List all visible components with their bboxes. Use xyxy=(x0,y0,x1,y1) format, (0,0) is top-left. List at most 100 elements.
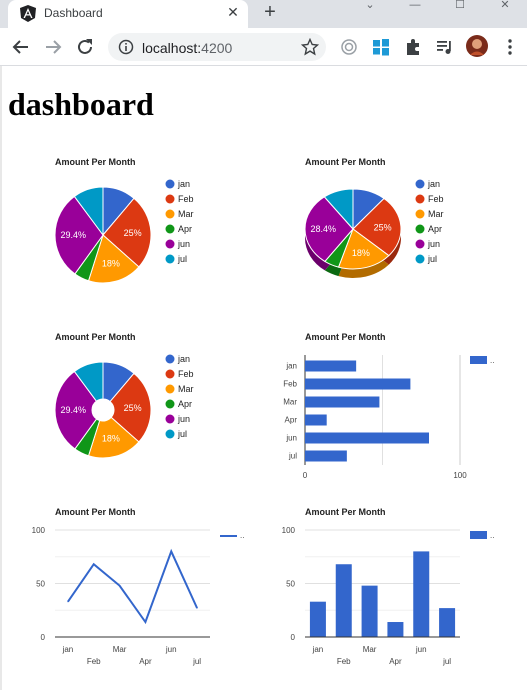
star-icon[interactable] xyxy=(301,38,319,56)
chart-svg: Amount Per Month 25% 18% 29.4% jan Feb Mar Apr j… xyxy=(54,157,194,284)
line-point-jul xyxy=(196,607,198,609)
legend-marker-apr xyxy=(415,224,425,234)
legend-marker-jan xyxy=(165,354,175,364)
bar-apr xyxy=(305,414,327,426)
legend-label-jan: jan xyxy=(427,179,440,189)
legend-label-jun: jun xyxy=(177,414,190,424)
y-tick-label: 50 xyxy=(286,580,295,589)
legend-ellipsis: .. xyxy=(490,531,494,540)
maximize-button[interactable]: ☐ xyxy=(445,0,475,14)
chart-svg: Amount Per Month 25% 18% 29.4% jan Feb Mar Apr j… xyxy=(54,332,194,459)
media-queue-icon[interactable] xyxy=(435,37,455,57)
chart-svg: Amount Per Month 0 50 100 jan Feb Mar Apr jun jul… xyxy=(32,507,245,666)
y-tick-label: 100 xyxy=(32,526,46,535)
legend-marker-feb xyxy=(165,369,175,379)
bar-jun xyxy=(413,551,430,637)
line-point-jan xyxy=(67,601,69,603)
y-tick-label: jul xyxy=(288,452,297,461)
back-arrow-icon[interactable] xyxy=(10,36,32,58)
slice-label-mar: 18% xyxy=(352,248,370,258)
y-tick-label: Feb xyxy=(283,380,297,389)
bar-mar xyxy=(361,585,378,637)
slice-label-jun: 29.4% xyxy=(60,405,86,415)
chart-title: Amount Per Month xyxy=(305,507,386,517)
horizontal-bar-chart: Amount Per Month jan Feb Mar Apr jun jul 0 100.. xyxy=(275,325,525,493)
info-icon[interactable] xyxy=(118,39,134,55)
legend-label-apr: Apr xyxy=(178,224,192,234)
legend-marker-jun xyxy=(415,239,425,249)
legend-ellipsis: .. xyxy=(490,356,494,365)
url-text: localhost:4200 xyxy=(142,40,232,56)
legend-label-apr: Apr xyxy=(428,224,442,234)
legend-marker-jan xyxy=(415,179,425,189)
bar-feb xyxy=(335,564,352,637)
x-tick-label: Feb xyxy=(337,657,351,666)
line-point-jun xyxy=(170,550,172,552)
tab-title: Dashboard xyxy=(44,6,103,20)
legend-marker-feb xyxy=(415,194,425,204)
pie-chart-3d: Amount Per Month 25% 18% 28.4% jan Feb Mar Apr j… xyxy=(295,150,527,318)
chart-svg: Amount Per Month 0 50 100 jan Feb Mar Apr jun jul… xyxy=(282,507,495,666)
legend-label-jun: jun xyxy=(427,239,440,249)
legend-marker-mar xyxy=(165,209,175,219)
line-point-mar xyxy=(119,585,121,587)
bar-jul xyxy=(305,450,347,462)
line-point-apr xyxy=(144,621,146,623)
extension-sync-icon[interactable] xyxy=(339,37,359,57)
x-tick-label: jun xyxy=(165,645,177,654)
slice-label-feb: 25% xyxy=(124,403,142,413)
y-tick-label: 0 xyxy=(291,633,296,642)
bar-feb xyxy=(305,378,411,390)
x-tick-label: jul xyxy=(192,657,201,666)
tab-dashboard[interactable]: Dashboard ✕ xyxy=(8,0,248,28)
x-tick-label: Mar xyxy=(363,645,377,654)
chart-svg: Amount Per Month 25% 18% 28.4% jan Feb Mar Apr j… xyxy=(304,157,444,278)
x-tick-label: jun xyxy=(415,645,427,654)
windows-icon[interactable] xyxy=(371,37,391,57)
pie-chart: Amount Per Month 25% 18% 29.4% jan Feb Mar Apr j… xyxy=(45,150,295,318)
slice-label-feb: 25% xyxy=(124,228,142,238)
close-window-button[interactable]: ✕ xyxy=(490,0,520,14)
tab-strip: Dashboard ✕ + ⌄ — ☐ ✕ xyxy=(0,0,527,28)
x-tick-label: jul xyxy=(442,657,451,666)
chart-svg: Amount Per Month jan Feb Mar Apr jun jul 0 100.. xyxy=(283,332,494,480)
reload-icon[interactable] xyxy=(74,36,96,58)
tab-search-chevron-icon[interactable]: ⌄ xyxy=(355,0,385,14)
chart-title: Amount Per Month xyxy=(305,332,386,342)
profile-avatar[interactable] xyxy=(466,35,488,57)
page-title: dashboard xyxy=(8,86,154,122)
x-tick-label: Feb xyxy=(87,657,101,666)
legend-marker-jun xyxy=(165,239,175,249)
legend-label-feb: Feb xyxy=(428,194,444,204)
legend-label-feb: Feb xyxy=(178,194,194,204)
address-bar[interactable]: localhost:4200 xyxy=(108,33,326,61)
close-tab-icon[interactable]: ✕ xyxy=(225,4,241,20)
legend-label-mar: Mar xyxy=(428,209,444,219)
y-tick-label: 0 xyxy=(41,633,46,642)
legend-label-feb: Feb xyxy=(178,369,194,379)
legend-marker-jan xyxy=(165,179,175,189)
minimize-button[interactable]: — xyxy=(400,0,430,14)
line-chart: Amount Per Month 0 50 100 jan Feb Mar Apr jun jul… xyxy=(25,500,275,668)
legend-label-apr: Apr xyxy=(178,399,192,409)
legend-label-jun: jun xyxy=(177,239,190,249)
x-tick-label: Apr xyxy=(139,657,152,666)
more-menu-icon[interactable] xyxy=(500,37,520,57)
bar-jan xyxy=(305,360,357,372)
legend-label-jan: jan xyxy=(177,354,190,364)
puzzle-extensions-icon[interactable] xyxy=(403,37,423,57)
legend-marker xyxy=(470,531,487,539)
x-tick-label: Mar xyxy=(113,645,127,654)
y-tick-label: 100 xyxy=(282,526,296,535)
column-chart: Amount Per Month 0 50 100 jan Feb Mar Apr jun jul… xyxy=(275,500,525,668)
x-tick-label: jan xyxy=(312,645,324,654)
legend-label-mar: Mar xyxy=(178,384,194,394)
slice-label-feb: 25% xyxy=(374,222,392,232)
new-tab-button[interactable]: + xyxy=(260,2,280,22)
y-tick-label: 50 xyxy=(36,580,45,589)
page-edge xyxy=(0,66,2,690)
url-port: 4200 xyxy=(201,40,233,56)
legend-marker-mar xyxy=(165,384,175,394)
forward-arrow-icon[interactable] xyxy=(42,36,64,58)
chart-title: Amount Per Month xyxy=(55,507,136,517)
